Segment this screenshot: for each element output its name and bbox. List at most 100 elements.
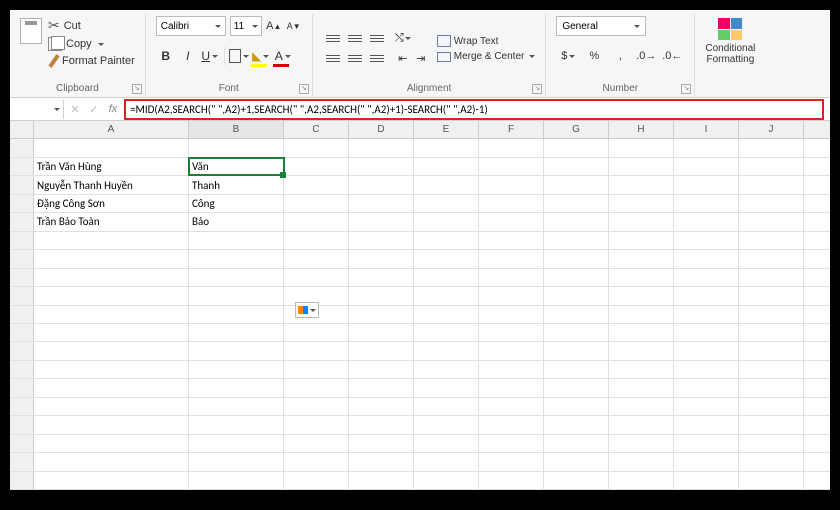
- chevron-down-icon: [634, 25, 640, 28]
- chevron-down-icon: [263, 55, 269, 58]
- font-color-button[interactable]: A: [273, 46, 293, 66]
- col-header-f[interactable]: F: [479, 121, 544, 138]
- bold-button[interactable]: B: [156, 46, 176, 66]
- cell[interactable]: Đặng Công Sơn: [34, 195, 189, 212]
- font-size-select[interactable]: 11: [230, 16, 262, 36]
- number-format-select[interactable]: General: [556, 16, 646, 36]
- chevron-down-icon: [529, 55, 535, 58]
- align-middle-button[interactable]: [345, 30, 365, 48]
- align-top-button[interactable]: [323, 30, 343, 48]
- formula-bar: ✕ ✓ fx =MID(A2,SEARCH(" ",A2)+1,SEARCH("…: [10, 98, 830, 121]
- wrap-icon: [437, 35, 451, 47]
- dialog-launcher[interactable]: ↘: [299, 84, 309, 94]
- chevron-down-icon: [212, 55, 218, 58]
- ribbon: ✂Cut Copy Format Painter Clipboard ↘ Cal…: [10, 10, 830, 98]
- col-header-a[interactable]: A: [34, 121, 189, 138]
- cell[interactable]: [284, 139, 349, 156]
- cell[interactable]: [34, 139, 189, 156]
- decrease-indent-button[interactable]: ⇤: [395, 50, 411, 68]
- group-label: Number: [603, 81, 639, 97]
- dialog-launcher[interactable]: ↘: [532, 84, 542, 94]
- row-header[interactable]: [10, 158, 34, 175]
- chevron-down-icon: [569, 55, 575, 58]
- cell[interactable]: Công: [189, 195, 284, 212]
- cell[interactable]: [189, 139, 284, 156]
- align-center-button[interactable]: [345, 50, 365, 68]
- orientation-button[interactable]: ⤭: [395, 30, 411, 48]
- merge-icon: [437, 52, 451, 62]
- group-label: Clipboard: [56, 81, 99, 97]
- cut-button[interactable]: ✂Cut: [48, 17, 135, 34]
- border-icon: [229, 49, 241, 63]
- conditional-formatting-icon: [718, 18, 742, 40]
- fx-button[interactable]: fx: [104, 100, 122, 118]
- align-bottom-button[interactable]: [367, 30, 387, 48]
- row-header[interactable]: [10, 139, 34, 156]
- merge-center-button[interactable]: Merge & Center: [437, 51, 536, 62]
- col-header-d[interactable]: D: [349, 121, 414, 138]
- paste-options-icon: [298, 306, 308, 314]
- group-number: General $ % , .0→ .0← Number ↘: [546, 14, 695, 97]
- increase-decimal-button[interactable]: .0→: [634, 46, 658, 66]
- cancel-formula-button[interactable]: ✕: [66, 100, 84, 118]
- chevron-down-icon: [405, 37, 411, 40]
- fill-color-button[interactable]: ◣: [251, 46, 271, 66]
- col-header-j[interactable]: J: [739, 121, 804, 138]
- italic-button[interactable]: I: [178, 46, 198, 66]
- increase-indent-button[interactable]: ⇥: [413, 50, 429, 68]
- active-cell[interactable]: Văn: [189, 158, 284, 175]
- underline-button[interactable]: U: [200, 46, 220, 66]
- dialog-launcher[interactable]: ↘: [132, 84, 142, 94]
- group-clipboard: ✂Cut Copy Format Painter Clipboard ↘: [10, 14, 146, 97]
- col-header-h[interactable]: H: [609, 121, 674, 138]
- paste-button[interactable]: [20, 18, 42, 44]
- chevron-down-icon: [285, 55, 291, 58]
- col-header-e[interactable]: E: [414, 121, 479, 138]
- col-header-g[interactable]: G: [544, 121, 609, 138]
- col-header-c[interactable]: C: [284, 121, 349, 138]
- copy-icon: [48, 37, 62, 51]
- increase-font-button[interactable]: A▲: [266, 17, 282, 35]
- chevron-down-icon: [215, 25, 221, 28]
- decrease-decimal-button[interactable]: .0←: [660, 46, 684, 66]
- font-name-select[interactable]: Calibri: [156, 16, 226, 36]
- brush-icon: [48, 54, 59, 68]
- cell[interactable]: Nguyễn Thanh Huyền: [34, 176, 189, 193]
- chevron-down-icon: [54, 108, 60, 111]
- decrease-font-button[interactable]: A▼: [286, 17, 302, 35]
- select-all-corner[interactable]: [10, 121, 34, 138]
- group-alignment: ⤭ ⇤ ⇥ Wrap Text Merge & Center Alignment…: [313, 14, 547, 97]
- accept-formula-button[interactable]: ✓: [85, 100, 103, 118]
- percent-button[interactable]: %: [582, 46, 606, 66]
- borders-button[interactable]: [229, 46, 249, 66]
- align-right-button[interactable]: [367, 50, 387, 68]
- name-box[interactable]: [10, 100, 64, 119]
- format-painter-button[interactable]: Format Painter: [48, 54, 135, 68]
- group-font: Calibri 11 A▲ A▼ B I U ◣ A Font ↘: [146, 14, 313, 97]
- currency-button[interactable]: $: [556, 46, 580, 66]
- cell[interactable]: Trần Văn Hùng: [34, 158, 189, 175]
- scissors-icon: ✂: [48, 17, 60, 34]
- column-headers: A B C D E F G H I J: [10, 121, 830, 139]
- comma-button[interactable]: ,: [608, 46, 632, 66]
- group-label: Font: [219, 81, 239, 97]
- cell[interactable]: Thanh: [189, 176, 284, 193]
- spreadsheet-grid: A B C D E F G H I J Trần Văn Hùng Văn Ng…: [10, 121, 830, 490]
- paste-options-button[interactable]: [295, 302, 319, 318]
- align-left-button[interactable]: [323, 50, 343, 68]
- copy-button[interactable]: Copy: [48, 37, 135, 51]
- col-header-i[interactable]: I: [674, 121, 739, 138]
- formula-input[interactable]: =MID(A2,SEARCH(" ",A2)+1,SEARCH(" ",A2,S…: [124, 99, 824, 120]
- chevron-down-icon: [252, 25, 258, 28]
- chevron-down-icon: [310, 309, 316, 312]
- group-styles: Conditional Formatting: [695, 14, 765, 97]
- cell[interactable]: Trần Bảo Toàn: [34, 213, 189, 230]
- group-label: Alignment: [407, 81, 451, 97]
- dialog-launcher[interactable]: ↘: [681, 84, 691, 94]
- col-header-b[interactable]: B: [189, 121, 284, 138]
- chevron-down-icon: [98, 43, 104, 46]
- cell[interactable]: Bảo: [189, 213, 284, 230]
- conditional-formatting-button[interactable]: Conditional Formatting: [705, 16, 755, 67]
- wrap-text-button[interactable]: Wrap Text: [437, 35, 536, 47]
- chevron-down-icon: [243, 55, 249, 58]
